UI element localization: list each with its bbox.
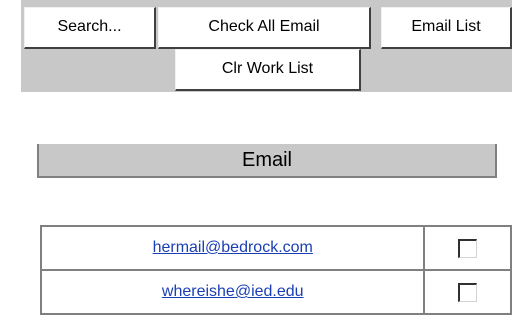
clr-work-list-button[interactable]: Clr Work List bbox=[175, 49, 361, 91]
email-section-header: Email bbox=[37, 144, 497, 178]
email-checkbox[interactable] bbox=[458, 238, 478, 258]
table-row: hermail@bedrock.com bbox=[39, 225, 512, 271]
email-checkbox[interactable] bbox=[458, 282, 478, 302]
check-all-email-button[interactable]: Check All Email bbox=[158, 7, 371, 49]
email-cell: hermail@bedrock.com bbox=[39, 225, 426, 271]
search-button[interactable]: Search... bbox=[24, 7, 156, 49]
checkbox-cell bbox=[423, 269, 512, 315]
email-list-button[interactable]: Email List bbox=[381, 7, 512, 49]
table-row: whereishe@ied.edu bbox=[39, 269, 512, 315]
email-link[interactable]: whereishe@ied.edu bbox=[162, 283, 304, 300]
checkbox-cell bbox=[423, 225, 512, 271]
email-link[interactable]: hermail@bedrock.com bbox=[153, 239, 313, 256]
email-cell: whereishe@ied.edu bbox=[39, 269, 426, 315]
email-table: hermail@bedrock.com whereishe@ied.edu bbox=[39, 225, 512, 315]
